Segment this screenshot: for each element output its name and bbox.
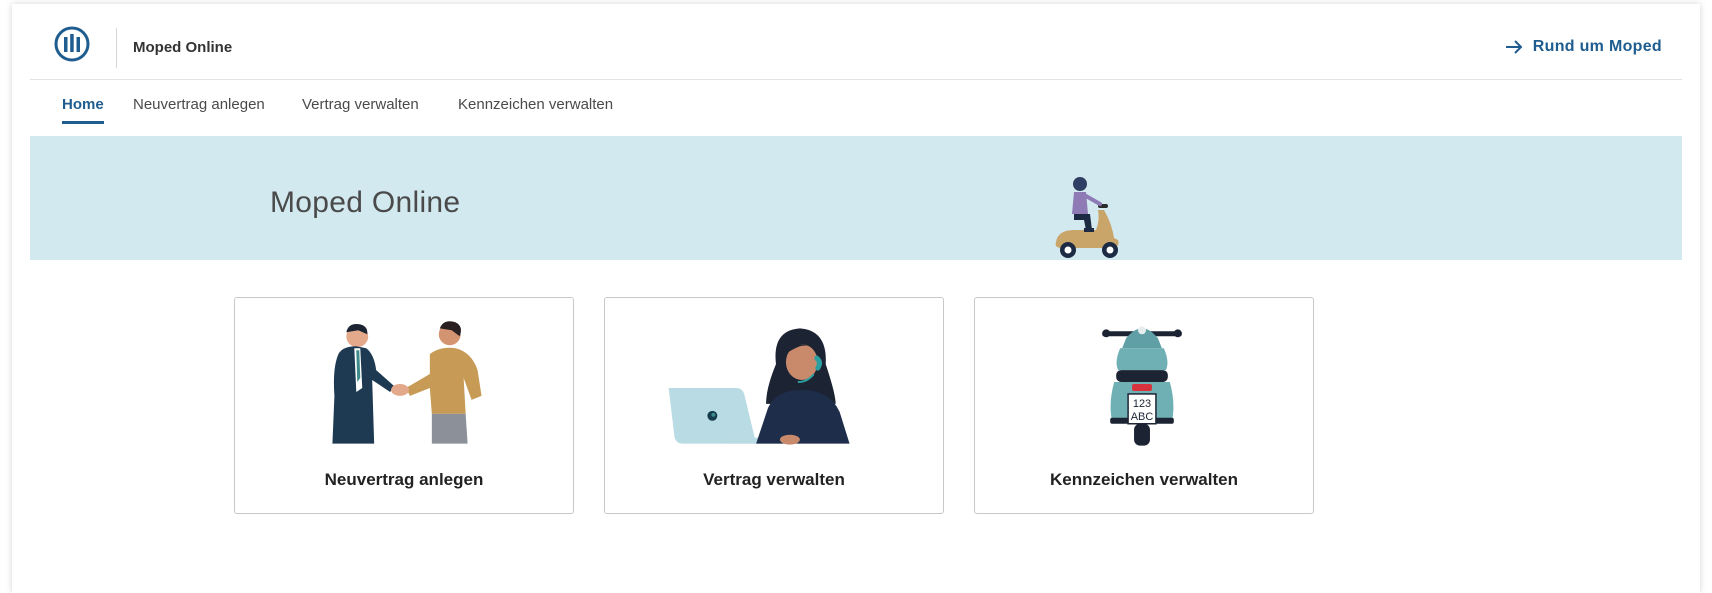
tab-vertrag-verwalten[interactable]: Vertrag verwalten — [302, 96, 419, 121]
scooter-plate-illustration-icon: 123 ABC — [1102, 326, 1182, 446]
banner-title: Moped Online — [270, 186, 461, 219]
app-title: Moped Online — [133, 39, 233, 56]
card-label: Kennzeichen verwalten — [1049, 470, 1238, 489]
tab-kennzeichen-verwalten[interactable]: Kennzeichen verwalten — [458, 96, 613, 121]
plate-line2: ABC — [1131, 411, 1154, 423]
card-label: Vertrag verwalten — [703, 470, 845, 489]
card-label: Neuvertrag anlegen — [324, 470, 484, 489]
handshake-illustration-icon — [332, 321, 482, 444]
header-divider — [116, 28, 117, 68]
support-agent-illustration-icon — [668, 328, 850, 445]
card-kennzeichen-verwalten[interactable]: 123 ABC Kennzeichen verwalten — [974, 297, 1314, 514]
tab-home[interactable]: Home — [62, 96, 104, 124]
scooter-rider-illustration — [1055, 177, 1119, 258]
tab-neuvertrag-anlegen[interactable]: Neuvertrag anlegen — [133, 96, 265, 121]
main-nav: Home Neuvertrag anlegen Vertrag verwalte… — [30, 80, 1682, 136]
rund-um-moped-label: Rund um Moped — [1532, 38, 1662, 55]
arrow-right-icon — [1505, 40, 1523, 54]
top-header: Moped Online Rund um Moped — [30, 4, 1682, 80]
app-window: Moped Online Rund um Moped Home Neuvertr… — [12, 4, 1700, 593]
card-neuvertrag-anlegen[interactable]: Neuvertrag anlegen — [234, 297, 574, 514]
allianz-logo-icon[interactable] — [54, 26, 90, 62]
plate-line1: 123 — [1133, 398, 1151, 410]
hero-banner: Moped Online — [30, 136, 1682, 260]
card-vertrag-verwalten[interactable]: Vertrag verwalten — [604, 297, 944, 514]
rund-um-moped-link[interactable]: Rund um Moped — [1505, 38, 1662, 56]
